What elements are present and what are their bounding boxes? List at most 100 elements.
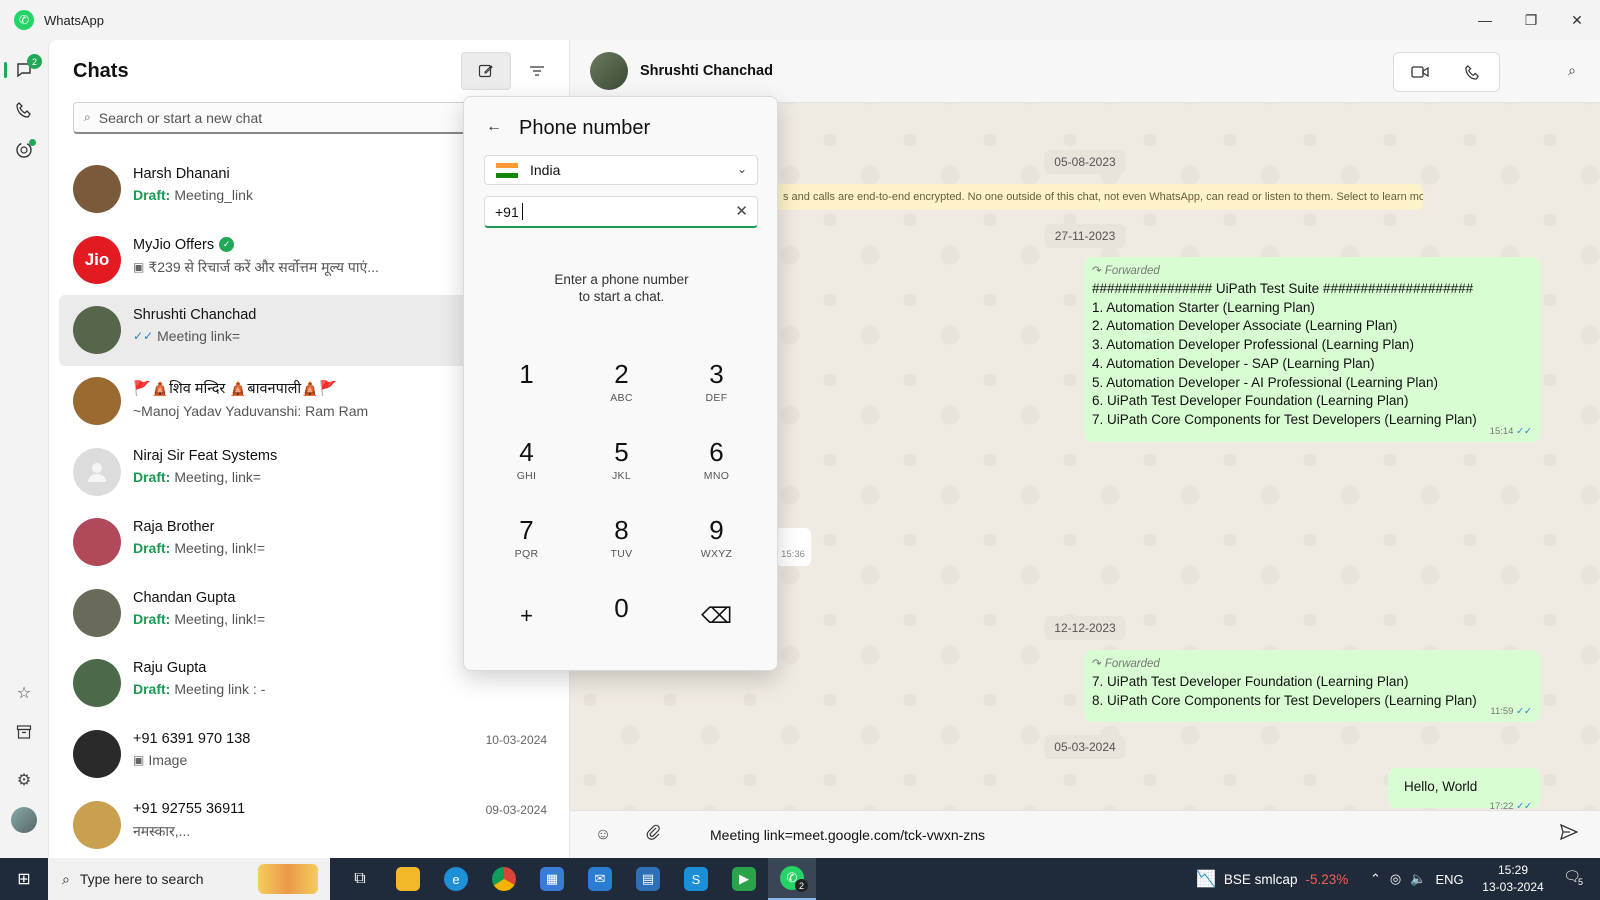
key-digit: 3 — [709, 359, 724, 389]
taskbar-apps: ⧉ e ▦ ✉ ▤ S ▶ ✆ 2 — [336, 858, 816, 900]
chrome-button[interactable] — [480, 858, 528, 900]
message-input[interactable]: Meeting link=meet.google.com/tck-vwxn-zn… — [710, 827, 985, 843]
draft-label: Draft: — [133, 610, 171, 627]
settings-nav-button[interactable]: ⚙ — [0, 760, 48, 800]
video-call-button[interactable] — [1394, 53, 1447, 91]
key-8[interactable]: 8 TUV — [574, 506, 669, 584]
key-6[interactable]: 6 MNO — [669, 428, 764, 506]
maximize-button[interactable]: ❐ — [1508, 0, 1554, 40]
message-bubble-outgoing[interactable]: Hello, World 17:22 ✓✓ — [1388, 768, 1540, 812]
message-line: 8. UiPath Core Components for Test Devel… — [1092, 692, 1477, 708]
clock-date: 13-03-2024 — [1482, 880, 1544, 894]
forwarded-label: ↷ Forwarded — [1092, 658, 1160, 670]
read-ticks-icon: ✓✓ — [1516, 426, 1532, 437]
key-7[interactable]: 7 PQR — [479, 506, 574, 584]
close-button[interactable]: ✕ — [1554, 0, 1600, 40]
encryption-notice[interactable]: s and calls are end-to-end encrypted. No… — [773, 184, 1423, 210]
preview-text: Meeting, link!= — [174, 539, 266, 556]
chat-row[interactable]: +91 92755 36911 नमस्कार,... 09-03-2024 — [49, 789, 569, 858]
key-9[interactable]: 9 WXYZ — [669, 506, 764, 584]
key-2[interactable]: 2 ABC — [574, 350, 669, 428]
starred-nav-button[interactable]: ☆ — [0, 673, 48, 713]
taskbar-clock[interactable]: 15:29 13-03-2024 — [1478, 862, 1548, 896]
attach-button[interactable] — [636, 824, 670, 845]
popup-title: Phone number — [519, 117, 651, 139]
search-icon: ⌕ — [1568, 62, 1576, 78]
file-explorer-button[interactable] — [384, 858, 432, 900]
back-button[interactable]: ← — [486, 118, 502, 136]
media-player-button[interactable]: ▶ — [720, 858, 768, 900]
phone-number-value[interactable]: +91 — [495, 204, 519, 220]
avatar — [73, 377, 121, 426]
key-1[interactable]: 1 — [479, 350, 574, 428]
minimize-button[interactable]: — — [1462, 0, 1508, 40]
profile-nav-button[interactable] — [0, 800, 48, 840]
store-button[interactable]: ▦ — [528, 858, 576, 900]
stock-widget[interactable]: 📉 BSE smlcap -5.23% — [1196, 858, 1348, 900]
key-4[interactable]: 4 GHI — [479, 428, 574, 506]
start-button[interactable]: ⊞ — [0, 858, 48, 900]
task-view-icon: ⧉ — [354, 870, 366, 887]
country-select[interactable]: India ⌄ — [484, 155, 758, 185]
key-digit: + — [520, 603, 533, 628]
notification-button[interactable]: 🗨5 — [1563, 868, 1586, 887]
message-line: 7. UiPath Core Components for Test Devel… — [1092, 411, 1477, 427]
new-chat-button[interactable] — [461, 52, 511, 90]
message-line: 4. Automation Developer - SAP (Learning … — [1092, 355, 1375, 371]
contact-name[interactable]: Shrushti Chanchad — [640, 63, 773, 79]
key-digit: 4 — [519, 437, 534, 467]
key-digit: 0 — [614, 593, 629, 623]
emoji-button[interactable]: ☺ — [586, 826, 620, 844]
key-0[interactable]: 0 — [574, 584, 669, 662]
message-bubble-outgoing[interactable]: ↷ Forwarded 7. UiPath Test Developer Fou… — [1084, 650, 1540, 722]
status-nav-button[interactable] — [0, 130, 48, 170]
language-indicator[interactable]: ENG — [1435, 872, 1463, 887]
read-ticks-icon: ✓✓ — [1516, 706, 1532, 717]
chat-row[interactable]: +91 6391 970 138 ▣ Image 10-03-2024 — [49, 719, 569, 790]
key-3[interactable]: 3 DEF — [669, 350, 764, 428]
preview-text: ₹239 से रिचार्ज करें और सर्वोत्तम मूल्य … — [148, 258, 379, 275]
message-time: 11:59 — [1490, 706, 1514, 717]
key-digit: 1 — [519, 359, 534, 389]
app-window-button[interactable]: ▤ — [624, 858, 672, 900]
clear-input-button[interactable]: ✕ — [735, 202, 748, 220]
message-line: ################ UiPath Test Suite #####… — [1092, 281, 1474, 296]
calls-nav-button[interactable] — [0, 90, 48, 130]
key-letters: GHI — [516, 470, 537, 482]
folder-icon — [396, 867, 420, 891]
stock-chart-icon: 📉 — [1196, 871, 1216, 888]
message-meta: 15:14 ✓✓ — [1490, 426, 1532, 437]
filter-button[interactable] — [512, 52, 562, 90]
edge-button[interactable]: e — [432, 858, 480, 900]
taskbar-search-text[interactable]: Type here to search — [80, 871, 204, 887]
speaker-icon[interactable]: 🔈 — [1410, 871, 1426, 887]
key-digit: 5 — [614, 437, 629, 467]
mail-button[interactable]: ✉ — [576, 858, 624, 900]
contact-avatar[interactable] — [590, 52, 628, 90]
conversation-header[interactable]: Shrushti Chanchad ⌕ — [570, 40, 1600, 103]
message-bubble-incoming[interactable]: 15:36 — [775, 528, 811, 566]
taskbar-search[interactable]: ⌕ Type here to search — [48, 858, 330, 900]
backspace-key[interactable]: ⌫ — [669, 584, 764, 662]
voice-call-button[interactable] — [1447, 53, 1500, 91]
avatar: Jio — [73, 235, 121, 284]
uipath-studio-button[interactable]: S — [672, 858, 720, 900]
phone-number-field[interactable]: +91 ✕ — [484, 196, 758, 228]
archived-nav-button[interactable] — [0, 712, 48, 752]
forwarded-text: Forwarded — [1104, 658, 1160, 670]
search-in-chat-button[interactable]: ⌕ — [1568, 62, 1576, 79]
message-bubble-outgoing[interactable]: ↷ Forwarded ################ UiPath Test… — [1084, 257, 1540, 442]
message-line: 1. Automation Starter (Learning Plan) — [1092, 299, 1315, 315]
key-5[interactable]: 5 JKL — [574, 428, 669, 506]
send-button[interactable] — [1559, 823, 1579, 845]
search-input[interactable] — [98, 109, 479, 126]
chevron-down-icon: ⌄ — [736, 162, 747, 176]
studio-icon: S — [684, 867, 708, 891]
key-plus[interactable]: + — [479, 584, 574, 662]
chevron-up-icon[interactable]: ⌃ — [1370, 871, 1381, 887]
task-view-button[interactable]: ⧉ — [336, 858, 384, 900]
backspace-icon: ⌫ — [700, 603, 733, 628]
whatsapp-taskbar-button[interactable]: ✆ 2 — [768, 858, 816, 900]
webcam-icon[interactable]: ◎ — [1390, 871, 1401, 887]
chats-nav-button[interactable]: 2 — [0, 50, 48, 90]
